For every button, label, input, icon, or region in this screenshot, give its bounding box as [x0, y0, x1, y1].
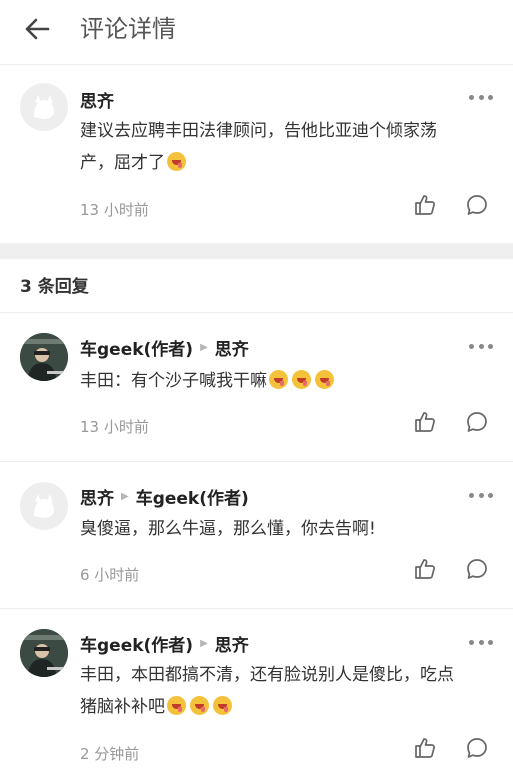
tongue-out-emoji-icon — [167, 152, 186, 171]
comment-text-line: 建议去应聘丰田法律顾问，告他比亚迪个倾家荡 — [80, 121, 437, 141]
thumbs-up-icon[interactable] — [414, 194, 436, 216]
more-options-icon[interactable] — [469, 489, 493, 501]
author-name[interactable]: 思齐 — [80, 484, 114, 509]
reply-text: 臭傻逼，那么牛逼，那么懂，你去告啊! — [80, 519, 376, 539]
reply-to-arrow-icon: ▶ — [200, 638, 208, 649]
more-options-icon[interactable] — [469, 91, 493, 103]
thumbs-up-icon[interactable] — [414, 737, 436, 759]
thumbs-up-icon[interactable] — [414, 558, 436, 580]
top-bar: 评论详情 — [0, 0, 513, 65]
comment-author[interactable]: 思齐 — [80, 87, 114, 112]
back-arrow-icon[interactable] — [22, 14, 52, 44]
main-comment: 思齐 建议去应聘丰田法律顾问，告他比亚迪个倾家荡 产，屈才了 13 小时前 — [0, 65, 513, 243]
reply-bubble-icon[interactable] — [466, 737, 488, 759]
comment-time: 13 小时前 — [80, 201, 149, 219]
reply-text: 丰田，本田都搞不清，还有脸说别人是傻比，吃点 猪脑补补吧 — [80, 659, 490, 723]
more-options-icon[interactable] — [469, 340, 493, 352]
reply-to-arrow-icon: ▶ — [200, 342, 208, 353]
tongue-out-emoji-icon — [292, 370, 311, 389]
section-divider — [0, 243, 513, 259]
tongue-out-emoji-icon — [190, 696, 209, 715]
reply-bubble-icon[interactable] — [466, 411, 488, 433]
tongue-out-emoji-icon — [213, 696, 232, 715]
reply-to-arrow-icon: ▶ — [121, 491, 129, 502]
comment-text: 建议去应聘丰田法律顾问，告他比亚迪个倾家荡 产，屈才了 — [80, 115, 490, 179]
reply-author-line: 车geek(作者) ▶ 思齐 — [80, 335, 249, 360]
reply-text: 丰田：有个沙子喊我干嘛 — [80, 365, 490, 397]
reply-to-name[interactable]: 思齐 — [215, 335, 249, 360]
tongue-out-emoji-icon — [315, 370, 334, 389]
avatar[interactable] — [20, 482, 68, 530]
reply-bubble-icon[interactable] — [466, 194, 488, 216]
comment-text-line: 产，屈才了 — [80, 153, 165, 173]
reply-time: 13 小时前 — [80, 418, 149, 436]
reply-to-name[interactable]: 车geek(作者) — [136, 484, 249, 509]
avatar[interactable] — [20, 83, 68, 131]
reply-author-line: 车geek(作者) ▶ 思齐 — [80, 631, 249, 656]
author-name[interactable]: 车geek(作者) — [80, 631, 193, 656]
reply-text-content: 丰田：有个沙子喊我干嘛 — [80, 371, 267, 391]
author-name[interactable]: 思齐 — [80, 87, 114, 112]
reply-text-line: 猪脑补补吧 — [80, 697, 165, 717]
tongue-out-emoji-icon — [167, 696, 186, 715]
reply-author-line: 思齐 ▶ 车geek(作者) — [80, 484, 249, 509]
reply-text-line: 丰田，本田都搞不清，还有脸说别人是傻比，吃点 — [80, 665, 454, 685]
page-title: 评论详情 — [80, 15, 176, 43]
avatar[interactable] — [20, 629, 68, 677]
avatar[interactable] — [20, 333, 68, 381]
tongue-out-emoji-icon — [269, 370, 288, 389]
reply-item: 车geek(作者) ▶ 思齐 丰田，本田都搞不清，还有脸说别人是傻比，吃点 猪脑… — [0, 609, 513, 776]
reply-bubble-icon[interactable] — [466, 558, 488, 580]
reply-to-name[interactable]: 思齐 — [215, 631, 249, 656]
reply-time: 6 小时前 — [80, 566, 140, 584]
author-name[interactable]: 车geek(作者) — [80, 335, 193, 360]
more-options-icon[interactable] — [469, 636, 493, 648]
reply-count-label: 3 条回复 — [20, 277, 89, 297]
reply-item: 思齐 ▶ 车geek(作者) 臭傻逼，那么牛逼，那么懂，你去告啊! 6 小时前 — [0, 462, 513, 608]
reply-item: 车geek(作者) ▶ 思齐 丰田：有个沙子喊我干嘛 13 小时前 — [0, 313, 513, 461]
reply-time: 2 分钟前 — [80, 745, 140, 763]
thumbs-up-icon[interactable] — [414, 411, 436, 433]
